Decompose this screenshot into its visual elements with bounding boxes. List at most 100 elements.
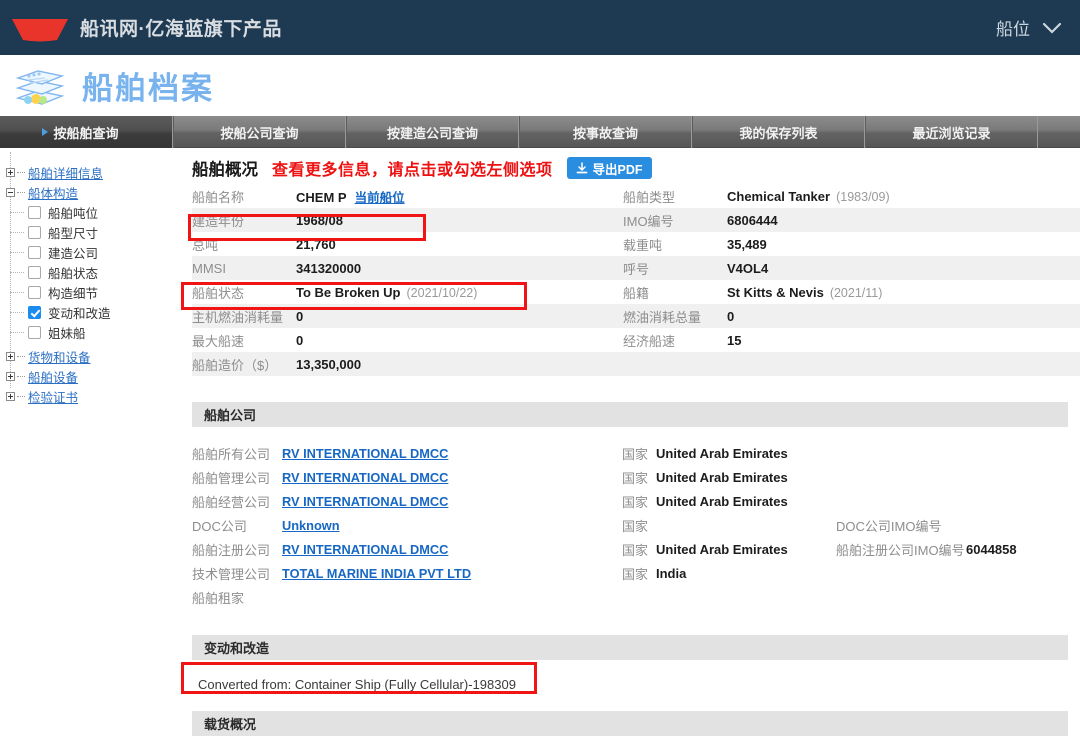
company-link[interactable]: RV INTERNATIONAL DMCC — [282, 494, 448, 509]
row-company: TOTAL MARINE INDIA PVT LTD — [282, 561, 622, 585]
country-value: United Arab Emirates — [656, 537, 836, 561]
table-row: 总吨 21,760 载重吨 35,489 — [192, 232, 1080, 256]
tab-bar-filler — [1038, 116, 1080, 147]
row-value: 1968/08 — [296, 208, 623, 232]
sidebar-item-ship-equipment[interactable]: 船舶设备 — [0, 366, 178, 386]
tree-connector — [10, 252, 24, 253]
sidebar-item-conversions[interactable]: 变动和改造 — [0, 302, 178, 322]
tab-label: 按船公司查询 — [220, 123, 298, 142]
collapse-minus-icon[interactable] — [6, 188, 15, 197]
sidebar-item-structure-detail[interactable]: 构造细节 — [0, 282, 178, 302]
sidebar-item-cargo-equipment[interactable]: 货物和设备 — [0, 346, 178, 366]
sidebar-item-dimensions[interactable]: 船型尺寸 — [0, 222, 178, 242]
extra-value — [966, 513, 1072, 537]
row-key: 总吨 — [192, 232, 296, 256]
row-key: 最大船速 — [192, 328, 296, 352]
expand-plus-icon[interactable] — [6, 372, 15, 381]
spacer — [178, 660, 1080, 677]
sidebar-item-builder[interactable]: 建造公司 — [0, 242, 178, 262]
expand-plus-icon[interactable] — [6, 392, 15, 401]
row-key-right — [623, 352, 727, 376]
tree-connector — [10, 312, 24, 313]
row-key: 船舶注册公司 — [192, 537, 282, 561]
table-row: 船舶租家 — [192, 585, 1072, 609]
tree-connector — [10, 332, 24, 333]
row-value-right: 0 — [727, 304, 1080, 328]
tree-connector — [17, 172, 25, 173]
row-company — [282, 585, 622, 609]
tab-by-accident[interactable]: 按事故查询 — [519, 116, 692, 148]
tab-label: 我的保存列表 — [739, 123, 817, 142]
row-company: RV INTERNATIONAL DMCC — [282, 465, 622, 489]
conversion-section-title: 变动和改造 — [204, 638, 269, 657]
row-value: 21,760 — [296, 232, 623, 256]
sidebar-checkbox[interactable] — [28, 326, 41, 339]
sidebar-checkbox[interactable] — [28, 246, 41, 259]
sidebar-item-survey-certificates[interactable]: 检验证书 — [0, 386, 178, 406]
country-value: United Arab Emirates — [656, 441, 836, 465]
country-label: 国家 — [622, 465, 656, 489]
row-value-right: 6806444 — [727, 208, 1080, 232]
sidebar-checkbox-checked[interactable] — [28, 306, 41, 319]
sidebar-checkbox[interactable] — [28, 266, 41, 279]
chevron-down-icon[interactable] — [1042, 22, 1062, 34]
row-value-right: 15 — [727, 328, 1080, 352]
country-label: 国家 — [622, 441, 656, 465]
row-key: DOC公司 — [192, 513, 282, 537]
extra-key — [836, 585, 966, 609]
row-value: 341320000 — [296, 256, 623, 280]
extra-key — [836, 489, 966, 513]
expand-plus-icon[interactable] — [6, 168, 15, 177]
tree-connector — [10, 232, 24, 233]
tab-by-builder-company[interactable]: 按建造公司查询 — [346, 116, 519, 148]
row-value: CHEM P当前船位 — [296, 184, 623, 208]
row-key: 船舶名称 — [192, 184, 296, 208]
row-key: 船舶状态 — [192, 280, 296, 304]
sidebar-checkbox[interactable] — [28, 226, 41, 239]
tree-connector — [10, 292, 24, 293]
sidebar-checkbox[interactable] — [28, 286, 41, 299]
table-row: DOC公司 Unknown 国家 DOC公司IMO编号 — [192, 513, 1072, 537]
expand-plus-icon[interactable] — [6, 352, 15, 361]
tab-label: 按船舶查询 — [53, 123, 118, 142]
boat-hull-icon — [8, 13, 72, 43]
sidebar-item-label: 构造细节 — [48, 283, 98, 302]
company-link[interactable]: RV INTERNATIONAL DMCC — [282, 542, 448, 557]
row-key: 建造年份 — [192, 208, 296, 232]
table-row: 建造年份 1968/08 IMO编号 6806444 — [192, 208, 1080, 232]
sidebar-item-hull-structure[interactable]: 船体构造 — [0, 182, 178, 202]
tab-recent-history[interactable]: 最近浏览记录 — [865, 116, 1038, 148]
company-link[interactable]: RV INTERNATIONAL DMCC — [282, 470, 448, 485]
extra-key — [836, 561, 966, 585]
company-link[interactable]: TOTAL MARINE INDIA PVT LTD — [282, 566, 471, 581]
sidebar-item-label: 建造公司 — [48, 243, 98, 262]
row-key: MMSI — [192, 256, 296, 280]
row-key: 船舶管理公司 — [192, 465, 282, 489]
sidebar-item-ship-details[interactable]: 船舶详细信息 — [0, 162, 178, 182]
ship-position-menu[interactable]: 船位 — [996, 15, 1030, 40]
export-pdf-button[interactable]: 导出PDF — [567, 157, 652, 179]
sidebar-checkbox[interactable] — [28, 206, 41, 219]
site-brand[interactable]: 船讯网·亿海蓝旗下产品 — [0, 13, 282, 43]
sidebar-item-label: 船体构造 — [28, 183, 78, 202]
sidebar-tree: 船舶详细信息 船体构造 船舶吨位 船型尺寸 建造公司 船舶状态 — [0, 152, 178, 752]
current-position-link[interactable]: 当前船位 — [355, 191, 405, 205]
sidebar-item-sister-ships[interactable]: 姐妹船 — [0, 322, 178, 342]
tree-connector — [10, 272, 24, 273]
table-row: 船舶管理公司 RV INTERNATIONAL DMCC 国家 United A… — [192, 465, 1072, 489]
tab-by-ship-company[interactable]: 按船公司查询 — [173, 116, 346, 148]
tab-my-saved-list[interactable]: 我的保存列表 — [692, 116, 865, 148]
row-key: 船舶经营公司 — [192, 489, 282, 513]
row-key-right: 呼号 — [623, 256, 727, 280]
cargo-section-title: 载货概况 — [204, 714, 256, 733]
row-key-right: 载重吨 — [623, 232, 727, 256]
company-link[interactable]: RV INTERNATIONAL DMCC — [282, 446, 448, 461]
table-row: 主机燃油消耗量 0 燃油消耗总量 0 — [192, 304, 1080, 328]
row-key: 主机燃油消耗量 — [192, 304, 296, 328]
sidebar-item-tonnage[interactable]: 船舶吨位 — [0, 202, 178, 222]
company-link[interactable]: Unknown — [282, 518, 340, 533]
sidebar-item-ship-status[interactable]: 船舶状态 — [0, 262, 178, 282]
tab-by-ship[interactable]: 按船舶查询 — [0, 116, 173, 148]
cargo-section-band: 载货概况 — [192, 711, 1068, 736]
spacer — [178, 609, 1080, 635]
